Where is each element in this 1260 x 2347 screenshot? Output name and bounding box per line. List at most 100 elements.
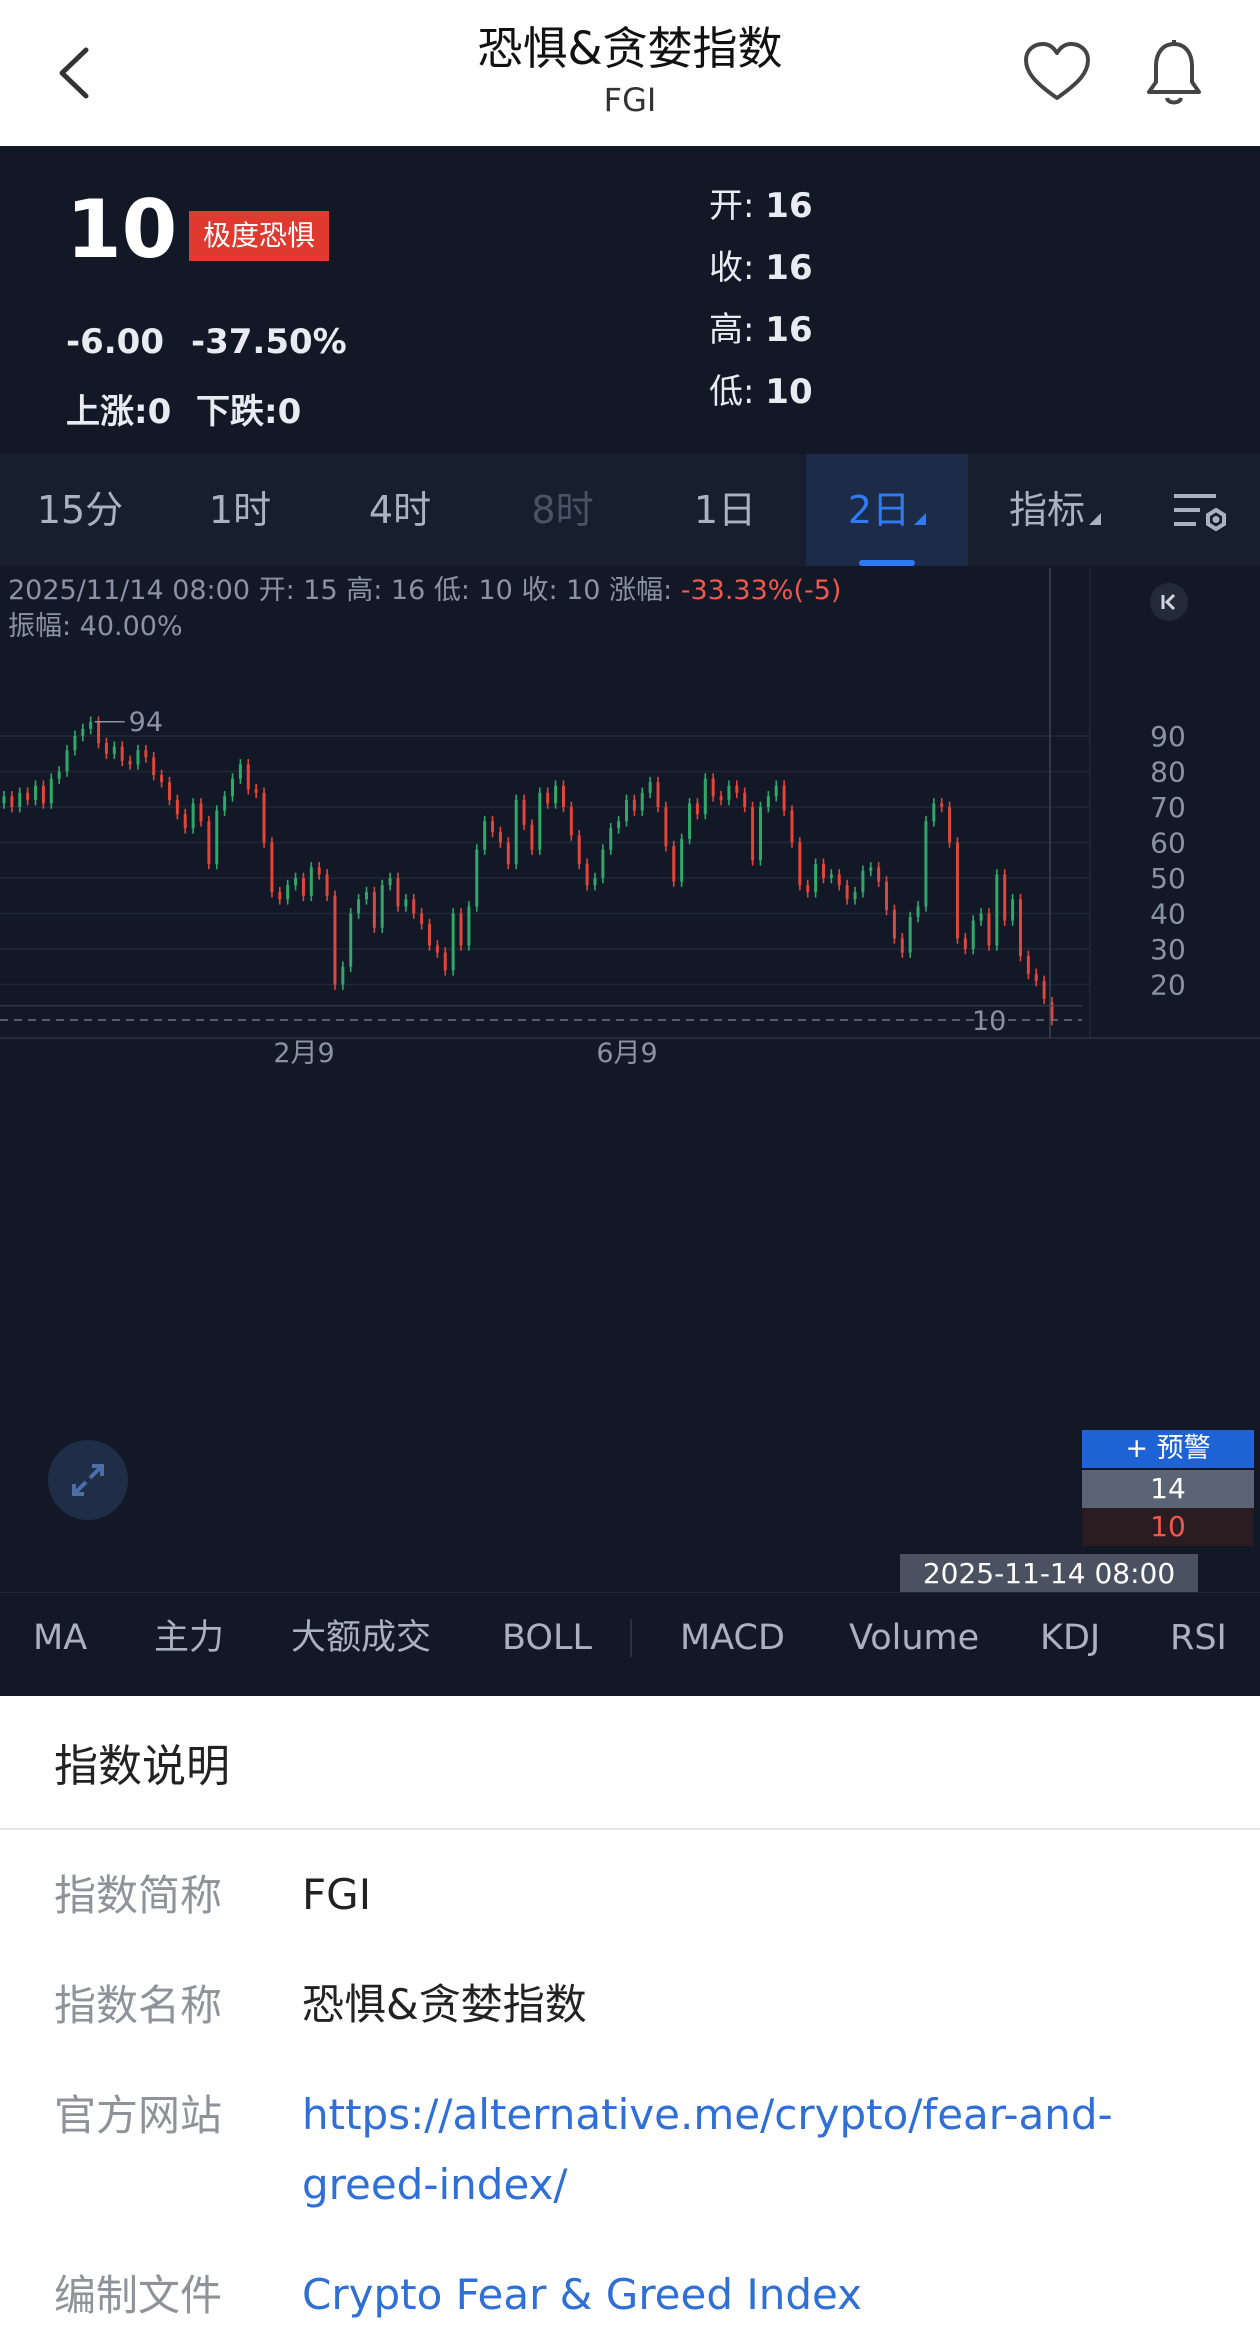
close-value: 16 — [765, 248, 813, 288]
page-title: 恐惧&贪婪指数 — [477, 22, 783, 75]
min-value-label: 10 — [972, 1006, 1006, 1037]
low-row: 低: 10 — [709, 364, 813, 413]
candle-body — [648, 782, 652, 793]
sentiment-badge: 极度恐惧 — [189, 211, 330, 261]
candle-body — [987, 913, 991, 946]
candle-body — [711, 778, 715, 797]
period-tabs: 15分 1时 4时 8时 1日 2日 指标 — [0, 454, 1260, 566]
candle-body — [89, 721, 93, 729]
tab-indicators-label: 指标 — [1008, 488, 1085, 532]
y-tick-label: 90 — [1150, 720, 1186, 753]
candle-body — [554, 785, 558, 804]
candle-body — [246, 764, 250, 790]
tab-1h[interactable]: 1时 — [160, 454, 320, 566]
indicator-boll[interactable]: BOLL — [502, 1593, 592, 1697]
candle-body — [530, 824, 534, 850]
candle-body — [861, 870, 865, 893]
indicator-bar: MA 主力 大额成交 BOLL MACD Volume KDJ RSI — [0, 1592, 1260, 1696]
indicator-macd[interactable]: MACD — [680, 1593, 785, 1697]
candle-body — [695, 803, 699, 815]
candle-body — [191, 803, 195, 829]
candle-body — [364, 892, 368, 900]
tab-8h[interactable]: 8时 — [480, 454, 645, 566]
tab-indicators[interactable]: 指标 — [990, 454, 1120, 566]
candle-body — [2, 796, 6, 804]
row-label-website: 官方网站 — [54, 2091, 223, 2140]
indicator-main-force[interactable]: 主力 — [154, 1593, 224, 1697]
chart-settings-button[interactable] — [1150, 454, 1250, 566]
tab-2d-label: 2日 — [847, 488, 911, 532]
candle-body — [491, 821, 495, 832]
candle-body — [979, 913, 983, 921]
top-bar: 恐惧&贪婪指数 FGI — [0, 0, 1260, 146]
candle-body — [215, 810, 219, 864]
y-tick-label: 30 — [1150, 933, 1186, 966]
add-alert-button[interactable]: + 预警 — [1082, 1430, 1254, 1468]
candle-body — [593, 878, 597, 886]
candle-body — [664, 807, 668, 847]
candle-body — [1003, 874, 1007, 921]
candle-body — [561, 785, 565, 807]
skip-left-icon — [1161, 593, 1176, 611]
candle-body — [254, 789, 258, 793]
row-label-full-name: 指数名称 — [54, 1981, 223, 2030]
chart-info-prefix: 2025/11/14 08:00 开: 15 高: 16 低: 10 收: 10… — [8, 575, 681, 606]
candle-body — [309, 867, 313, 896]
candle-body — [498, 831, 502, 843]
indicator-rsi[interactable]: RSI — [1170, 1593, 1227, 1697]
candle-body — [65, 750, 69, 772]
candle-body — [34, 785, 38, 800]
tab-1d[interactable]: 1日 — [645, 454, 805, 566]
tab-15m[interactable]: 15分 — [0, 454, 160, 566]
dropdown-triangle-icon — [1089, 513, 1101, 525]
candle-body — [26, 792, 30, 800]
candle-body — [396, 878, 400, 907]
settings-list-icon — [1174, 493, 1226, 531]
heart-icon — [1024, 42, 1090, 100]
candle-body — [853, 892, 857, 900]
crosshair-date-label: 2025-11-14 08:00 — [900, 1554, 1198, 1594]
candle-body — [703, 778, 707, 815]
candle-body — [73, 736, 77, 751]
down-count: 下跌:0 — [196, 392, 302, 432]
collapse-chart-button[interactable] — [1150, 583, 1188, 621]
candle-body — [617, 821, 621, 829]
candle-body — [522, 799, 526, 825]
indicator-kdj[interactable]: KDJ — [1040, 1593, 1100, 1697]
candle-body — [1011, 899, 1015, 921]
row-label-methodology: 编制文件 — [54, 2271, 223, 2320]
alert-bell-button[interactable] — [1144, 38, 1204, 112]
candle-body — [435, 945, 439, 953]
candle-body — [357, 899, 361, 914]
methodology-link[interactable]: Crypto Fear & Greed Index — [302, 2260, 862, 2330]
website-link-line1: https://alternative.me/crypto/fear-and- — [302, 2090, 1113, 2139]
candle-body — [782, 785, 786, 811]
tab-4h[interactable]: 4时 — [320, 454, 480, 566]
tab-2d[interactable]: 2日 — [806, 454, 968, 566]
website-link[interactable]: https://alternative.me/crypto/fear-and- … — [302, 2080, 1202, 2220]
favorite-button[interactable] — [1022, 40, 1092, 108]
candle-body — [821, 863, 825, 878]
candle-body — [995, 874, 999, 946]
candle-body — [680, 838, 684, 882]
candle-body — [451, 913, 455, 971]
dropdown-triangle-icon — [914, 513, 927, 525]
candle-body — [774, 785, 778, 797]
candle-body — [837, 874, 841, 886]
indicator-volume[interactable]: Volume — [849, 1593, 979, 1697]
back-button[interactable] — [50, 38, 100, 108]
description-header: 指数说明 — [0, 1696, 1260, 1830]
fullscreen-button[interactable] — [48, 1440, 128, 1520]
indicator-ma[interactable]: MA — [33, 1593, 87, 1697]
candlestick-chart[interactable]: 9080706050403020 94 10 2月9 6月9 — [0, 568, 1260, 1594]
price-marker-last: 10 — [1082, 1508, 1254, 1546]
candle-body — [743, 792, 747, 807]
candle-body — [932, 803, 936, 822]
candle-body — [301, 878, 305, 896]
candle-body — [1018, 899, 1022, 957]
candle-body — [963, 938, 967, 949]
indicator-large-trades[interactable]: 大额成交 — [291, 1593, 431, 1697]
row-label-short-name: 指数简称 — [54, 1871, 223, 1920]
candle-body — [735, 785, 739, 793]
change-percent: -37.50% — [191, 322, 347, 362]
